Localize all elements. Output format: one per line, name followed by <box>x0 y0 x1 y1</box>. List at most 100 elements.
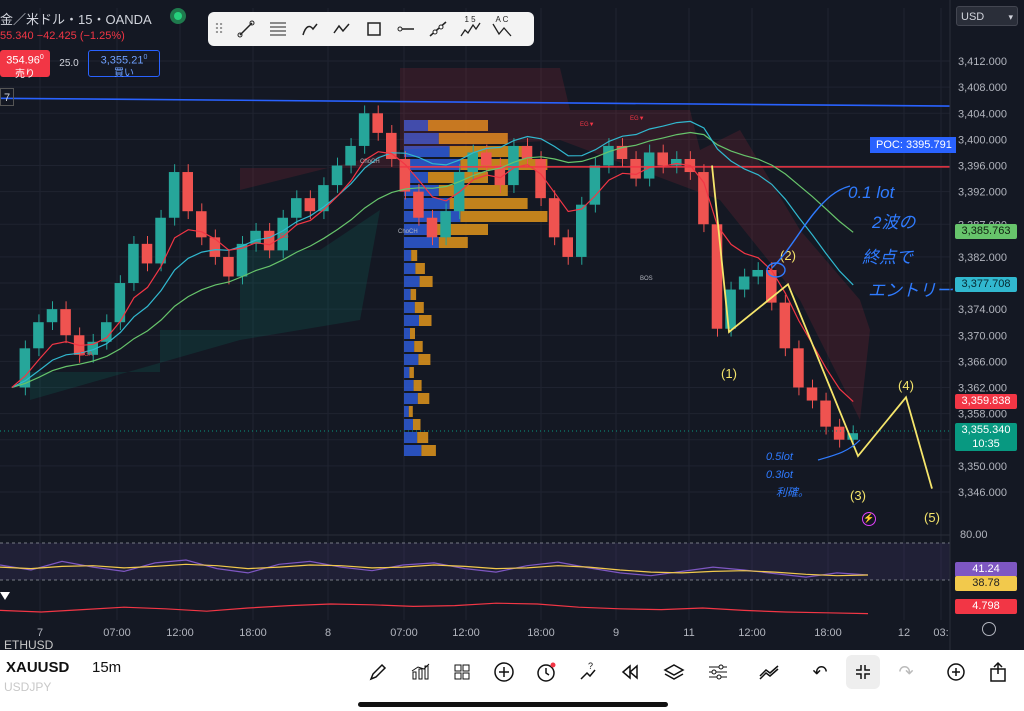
extended-line-icon[interactable] <box>422 15 454 43</box>
handwritten-note-line: 利確。 <box>776 486 809 499</box>
price-tick-label: 3,396.000 <box>958 161 1007 173</box>
elliott-wave-label: (3) <box>850 488 866 503</box>
candle-body <box>603 145 614 166</box>
fullscreen-exit-icon[interactable] <box>846 655 880 689</box>
layers-icon[interactable] <box>660 658 688 686</box>
time-tick-label: 07:00 <box>390 627 418 639</box>
candle-body <box>413 191 424 218</box>
elliott-impulse-label: 1 5 <box>464 15 476 24</box>
candle-body <box>589 165 601 205</box>
layout-grid-icon[interactable] <box>448 658 476 686</box>
ema-green-tag: 3,385.763 <box>955 224 1017 240</box>
path-icon[interactable] <box>326 15 358 43</box>
settings-sliders-icon[interactable] <box>704 658 732 686</box>
home-indicator <box>358 702 668 707</box>
currency-select[interactable]: USD ▾ <box>956 6 1018 26</box>
candle-body <box>440 211 451 238</box>
time-tick-label: 18:00 <box>239 627 267 639</box>
chart-settings-icon[interactable] <box>982 622 996 636</box>
volume-profile-bar <box>417 393 430 404</box>
chart-area[interactable]: (1) (2) (3) (4) (5) 0.1 lot 2波の 終点で エントリー 0.5lot 0… <box>0 0 1024 650</box>
event-flash-icon[interactable]: ⚡ <box>862 512 876 526</box>
symbol-title[interactable]: 金／米ドル・15・OANDA <box>0 9 152 28</box>
undo-icon[interactable]: ↶ <box>806 658 834 686</box>
time-tick-label: 12:00 <box>738 627 766 639</box>
price-tick-label: 3,408.000 <box>958 82 1007 94</box>
volume-profile-bar <box>418 354 431 365</box>
sell-label: 売り <box>15 68 35 80</box>
time-tick-label: 12 <box>898 627 910 639</box>
volume-profile-bar <box>404 380 414 391</box>
candle-body <box>562 237 573 257</box>
candle-body <box>508 145 519 186</box>
volume-profile-bar <box>414 341 423 352</box>
pencil-icon[interactable] <box>364 658 392 686</box>
volume-profile-bar <box>415 263 425 274</box>
alert-icon[interactable] <box>532 658 560 686</box>
replay-arrow-icon[interactable]: ? <box>574 658 602 686</box>
redo-icon[interactable]: ↷ <box>892 658 920 686</box>
compare-icon[interactable] <box>756 658 784 686</box>
price-tick-label: 3,370.000 <box>958 330 1007 342</box>
volume-profile-bar <box>404 367 410 378</box>
volume-profile-bar <box>404 328 410 339</box>
trend-line-icon[interactable] <box>230 15 262 43</box>
volume-profile-bar <box>409 367 414 378</box>
watchlist-next[interactable]: USDJPY <box>4 680 51 694</box>
volume-profile-bar <box>414 302 424 313</box>
candle-body <box>345 145 356 166</box>
volume-profile-bar <box>460 211 548 222</box>
spread-value: 25.0 <box>59 58 79 69</box>
time-tick-label: 8 <box>325 627 331 639</box>
volume-profile-bar <box>417 432 429 443</box>
sell-price-sup: 0 <box>39 54 44 61</box>
oscillator-value-a: 41.24 <box>955 562 1017 577</box>
volume-profile-bar <box>419 315 432 326</box>
horizontal-ray-icon[interactable] <box>390 15 422 43</box>
elliott-wave-label: (1) <box>721 366 737 381</box>
bottom-symbol[interactable]: XAUUSD <box>6 659 69 676</box>
volume-profile-bar <box>421 445 436 456</box>
candle-body <box>630 158 641 179</box>
chevron-down-icon: ▾ <box>1008 12 1013 22</box>
collapse-icon[interactable] <box>0 592 10 600</box>
candle-body <box>793 348 804 388</box>
share-icon[interactable] <box>984 658 1012 686</box>
add-alert-icon[interactable] <box>942 658 970 686</box>
fib-retracement-icon[interactable] <box>262 15 294 43</box>
candle-body <box>101 322 112 342</box>
buy-price-sup: 0 <box>143 54 148 61</box>
indicators-icon[interactable] <box>406 658 434 686</box>
interval-box[interactable]: 7 <box>0 88 14 106</box>
candle-body <box>182 172 193 212</box>
sell-price: 354.96 <box>6 54 40 67</box>
volume-profile-bar <box>404 393 418 404</box>
sell-button[interactable]: 354.960 売り <box>0 50 50 80</box>
candle-body <box>657 152 668 166</box>
volume-profile-bar <box>410 328 415 339</box>
bottom-interval[interactable]: 15m <box>92 659 121 676</box>
time-tick-label: 9 <box>613 627 619 639</box>
change-line: 55.340 −42.425 (−1.25%) <box>0 30 125 42</box>
volume-profile-bar <box>411 250 418 261</box>
structure-label: EG▼ <box>580 122 595 128</box>
price-tick-label: 3,412.000 <box>958 56 1007 68</box>
price-tick-label: 3,404.000 <box>958 108 1007 120</box>
candle-body <box>481 152 492 166</box>
brush-icon[interactable] <box>294 15 326 43</box>
structure-label: ChoCH <box>398 229 418 235</box>
watchlist-prev[interactable]: ETHUSD <box>4 638 53 652</box>
elliott-impulse-icon[interactable]: 1 5 <box>454 15 486 43</box>
price-chart-svg[interactable]: (1)(2)(3)(4)(5)0.1 lot2波の終点でエントリー0.5lot0… <box>0 0 1024 650</box>
candle-body <box>141 243 153 264</box>
buy-button[interactable]: 3,355.210 買い <box>88 50 160 79</box>
candle-body <box>209 237 221 257</box>
drag-handle-icon[interactable]: ⠿ <box>208 15 230 43</box>
oscillator-value-b: 38.78 <box>955 576 1017 591</box>
elliott-wave-label: (4) <box>898 378 914 393</box>
elliott-correction-icon[interactable]: A C <box>486 15 518 43</box>
rewind-icon[interactable] <box>616 658 644 686</box>
add-icon[interactable] <box>490 658 518 686</box>
elliott-correction-label: A C <box>495 15 509 24</box>
rectangle-icon[interactable] <box>358 15 390 43</box>
